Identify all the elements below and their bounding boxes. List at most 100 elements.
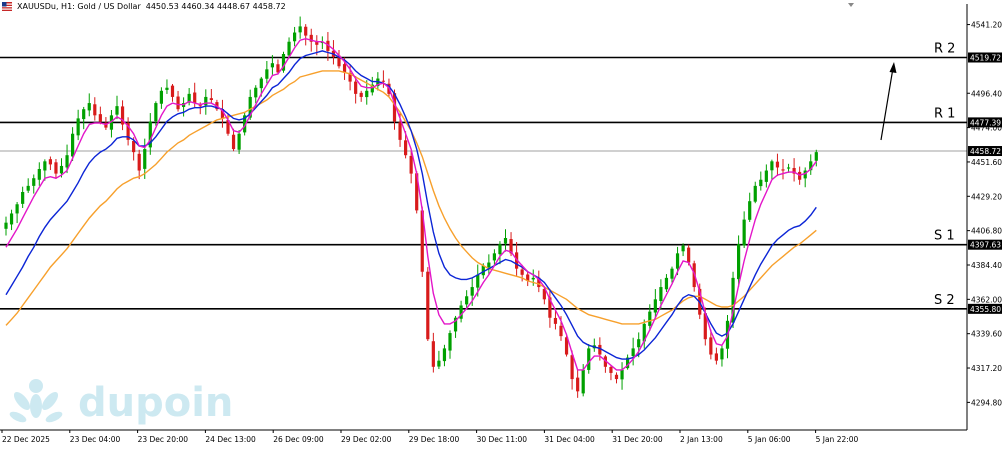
candle-body (43, 161, 47, 171)
candle-body (287, 41, 291, 56)
candle (204, 89, 208, 115)
candle-body (365, 90, 369, 98)
candle (170, 84, 175, 102)
candle (304, 24, 308, 46)
candle-body (398, 122, 402, 140)
candle (731, 271, 735, 328)
candle-body (193, 92, 197, 104)
candle (298, 16, 302, 39)
y-tick-label: 4451.60 (971, 158, 1002, 167)
x-tick-label: 5 Jan 06:00 (748, 435, 791, 444)
candle-body (737, 244, 741, 280)
candle-body (653, 299, 657, 313)
candle (254, 85, 258, 104)
y-tick-label: 4496.40 (971, 89, 1002, 98)
candle-body (15, 204, 19, 214)
candle (115, 95, 119, 120)
candle-body (71, 133, 75, 157)
candle (109, 110, 114, 138)
y-tick-label: 4541.20 (971, 21, 1002, 30)
y-tick-label: 4429.20 (971, 192, 1002, 201)
price-label: 4355.80 (970, 305, 1001, 314)
candle-body (93, 104, 97, 116)
candle-body (4, 222, 8, 229)
candle (76, 109, 80, 141)
candle (781, 158, 785, 180)
candle-body (798, 171, 802, 180)
candle-body (404, 140, 408, 156)
y-tick-label: 4406.80 (971, 227, 1002, 236)
candle-body (520, 269, 524, 275)
candle-body (614, 374, 619, 380)
candle-body (720, 348, 724, 360)
candle-body (59, 165, 64, 174)
y-tick-label: 4294.80 (971, 398, 1002, 407)
candle (237, 130, 241, 154)
candle (448, 330, 452, 359)
candle-body (231, 134, 236, 150)
candle (770, 159, 774, 180)
candle (265, 61, 269, 84)
candle (359, 90, 363, 102)
candle-body (681, 245, 685, 252)
x-tick-label: 22 Dec 2025 (2, 435, 50, 444)
candle (664, 274, 669, 292)
candle-body (492, 253, 496, 261)
candle (487, 254, 491, 275)
candle-body (503, 238, 508, 244)
candle-body (487, 262, 491, 268)
x-tick-label: 2 Jan 13:00 (680, 435, 723, 444)
scroll-marker-icon[interactable] (848, 3, 854, 7)
candle (126, 117, 130, 146)
candle-body (576, 377, 580, 392)
candle-body (775, 161, 780, 168)
candle (331, 40, 336, 65)
candle (498, 241, 502, 265)
candle-body (748, 201, 752, 220)
candle-body (781, 169, 785, 171)
candle (54, 159, 58, 179)
candle (620, 362, 624, 390)
candle-body (476, 274, 480, 288)
candle-body (254, 87, 258, 98)
candle-body (209, 98, 213, 100)
candle (714, 347, 718, 365)
candle-body (631, 348, 635, 357)
candle (9, 209, 14, 231)
candle-body (342, 64, 347, 73)
candle-body (381, 80, 385, 82)
level-name: S 1 (934, 229, 955, 244)
candle-body (37, 169, 41, 180)
candlesticks (4, 16, 818, 398)
candle-body (609, 366, 613, 373)
candle-body (170, 85, 175, 97)
candle (742, 211, 746, 248)
watermark-brand: dupoin (78, 380, 233, 426)
candle (576, 370, 580, 398)
candle (87, 93, 91, 117)
candle (93, 97, 97, 121)
candle (437, 350, 441, 370)
candle-body (426, 271, 430, 340)
price-label: 4477.39 (970, 118, 1001, 127)
candle (764, 164, 768, 188)
x-tick-label: 31 Dec 20:00 (612, 435, 663, 444)
x-tick-label: 23 Dec 04:00 (70, 435, 121, 444)
candle-body (770, 161, 774, 171)
level-name: S 2 (934, 293, 955, 308)
candle-body (354, 81, 358, 94)
price-label: 4458.72 (970, 147, 1001, 156)
candle (614, 372, 619, 384)
candle-body (620, 369, 624, 380)
candle-body (76, 118, 80, 136)
candle-body (298, 26, 302, 33)
candle-body (54, 162, 58, 174)
candle (32, 174, 36, 194)
candle-body (648, 311, 652, 326)
candle-body (675, 253, 680, 269)
candle-body (26, 185, 30, 191)
candle-body (470, 287, 474, 296)
candle-body (9, 213, 14, 225)
candle (526, 271, 530, 287)
candle-body (237, 133, 241, 150)
